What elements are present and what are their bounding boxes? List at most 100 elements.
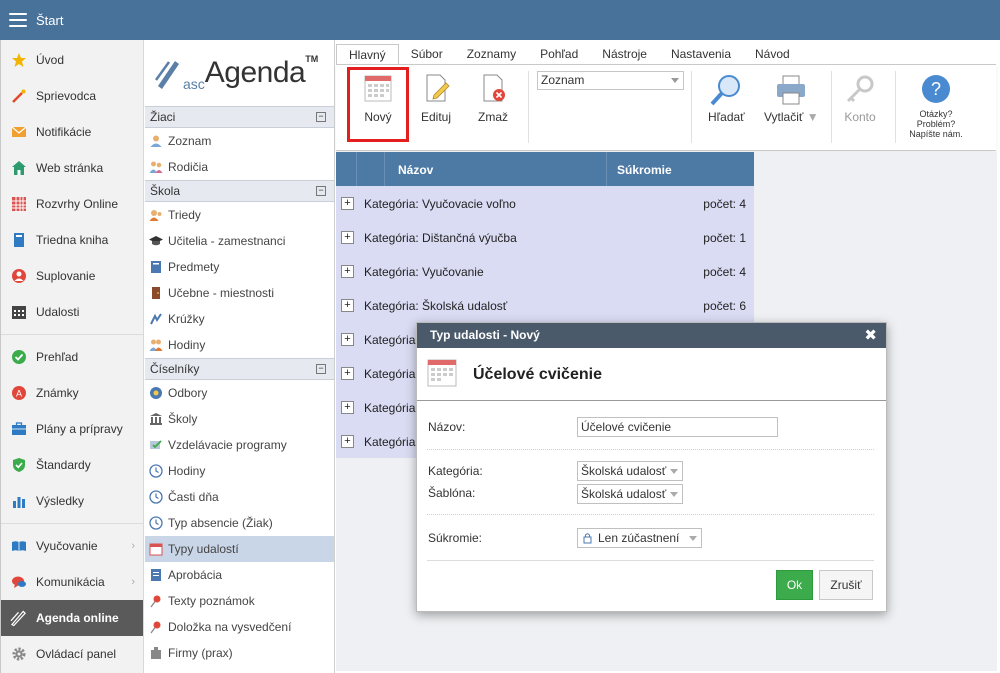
help-button[interactable]: ? Otázky? Problém? Napíšte nám.	[906, 73, 966, 139]
sidebar-item-label: Aprobácia	[168, 568, 223, 582]
top-bar: Štart	[0, 0, 1000, 40]
nav-item-udalosti[interactable]: Udalosti	[1, 294, 143, 330]
app-title[interactable]: Štart	[36, 13, 63, 28]
sidebar-item-skoly[interactable]: Školy	[145, 406, 334, 432]
edit-button[interactable]: Edituj	[421, 73, 451, 124]
sidebar-item-triedy[interactable]: Triedy	[145, 202, 334, 228]
sidebar-item-ucitelia[interactable]: Učitelia - zamestnanci	[145, 228, 334, 254]
expand-icon[interactable]: +	[341, 197, 354, 210]
nav-item-prehlad[interactable]: Prehľad	[1, 339, 143, 375]
sidebar-item-texty-poznamok[interactable]: Texty poznámok	[145, 588, 334, 614]
main-navigation: Úvod Sprievodca Notifikácie Web stránka …	[0, 40, 144, 673]
nav-item-znamky[interactable]: A Známky	[1, 375, 143, 411]
tab-navod[interactable]: Návod	[743, 44, 802, 65]
cancel-button[interactable]: Zrušiť	[819, 570, 873, 600]
calendar-icon	[427, 359, 457, 387]
sidebar-item-typ-absencie[interactable]: Typ absencie (Žiak)	[145, 510, 334, 536]
grid-header: Názov Súkromie	[336, 152, 754, 186]
expand-icon[interactable]: +	[341, 333, 354, 346]
sidebar-item-rodicia[interactable]: Rodičia	[145, 154, 334, 180]
expand-icon[interactable]: +	[341, 435, 354, 448]
table-row[interactable]: + Kategória: Dištančná výučba počet: 1	[336, 220, 754, 254]
tab-pohlad[interactable]: Pohľad	[528, 44, 590, 65]
nav-item-rozvrhy-online[interactable]: Rozvrhy Online	[1, 186, 143, 222]
sidebar-item-hodiny[interactable]: Hodiny	[145, 332, 334, 358]
expand-icon[interactable]: +	[341, 299, 354, 312]
nav-label: Web stránka	[36, 161, 104, 175]
nav-item-sprievodca[interactable]: Sprievodca	[1, 78, 143, 114]
nav-item-agenda-online[interactable]: Agenda online	[1, 600, 143, 636]
sidebar-item-vzdelavacie-programy[interactable]: Vzdelávacie programy	[145, 432, 334, 458]
expand-icon[interactable]: +	[341, 265, 354, 278]
print-label-text: Vytlačiť	[764, 110, 804, 124]
account-button[interactable]: Konto	[843, 73, 877, 124]
template-select[interactable]: Školská udalosť	[577, 484, 683, 504]
section-ciselniky[interactable]: Číselníky −	[145, 358, 334, 380]
expand-icon[interactable]: +	[341, 367, 354, 380]
nav-item-ovladaci-panel[interactable]: Ovládací panel	[1, 636, 143, 672]
ribbon-separator	[691, 71, 692, 143]
view-select[interactable]: Zoznam	[537, 71, 684, 90]
search-button[interactable]: Hľadať	[708, 73, 745, 124]
pin-icon	[149, 620, 163, 634]
clock-icon	[149, 490, 163, 504]
row-count: počet: 4	[703, 265, 746, 279]
svg-text:A: A	[15, 389, 21, 399]
row-name: Kategória	[364, 367, 416, 381]
nav-item-standardy[interactable]: Štandardy	[1, 447, 143, 483]
column-header-nazov[interactable]: Názov	[398, 163, 433, 177]
name-input[interactable]: Účelové cvičenie	[577, 417, 778, 437]
nav-item-triedna-kniha[interactable]: Triedna kniha	[1, 222, 143, 258]
close-icon[interactable]: ✖	[864, 323, 877, 348]
sidebar-item-label: Texty poznámok	[168, 594, 255, 608]
tab-zoznamy[interactable]: Zoznamy	[455, 44, 528, 65]
category-select[interactable]: Školská udalosť	[577, 461, 683, 481]
collapse-icon[interactable]: −	[316, 364, 326, 374]
tab-hlavny[interactable]: Hlavný	[336, 44, 399, 65]
sidebar-item-dolozka[interactable]: Doložka na vysvedčení	[145, 614, 334, 640]
sidebar-item-zoznam[interactable]: Zoznam	[145, 128, 334, 154]
expand-icon[interactable]: +	[341, 401, 354, 414]
sidebar-item-typy-udalosti[interactable]: Typy udalostí	[145, 536, 334, 562]
dropdown-arrow-icon[interactable]: ▼	[807, 110, 819, 124]
nav-item-notifikacie[interactable]: Notifikácie	[1, 114, 143, 150]
section-skola[interactable]: Škola −	[145, 180, 334, 202]
expand-icon[interactable]: +	[341, 231, 354, 244]
sidebar-item-predmety[interactable]: Predmety	[145, 254, 334, 280]
hamburger-menu-icon[interactable]	[9, 13, 27, 27]
privacy-select[interactable]: Len zúčastnení	[577, 528, 702, 548]
tab-subor[interactable]: Súbor	[399, 44, 455, 65]
column-header-sukromie[interactable]: Súkromie	[617, 163, 672, 177]
sidebar-item-hodiny-ciselnik[interactable]: Hodiny	[145, 458, 334, 484]
sidebar-item-ucebne[interactable]: Učebne - miestnosti	[145, 280, 334, 306]
dialog-title: Účelové cvičenie	[473, 366, 602, 383]
sidebar-item-casti-dna[interactable]: Časti dňa	[145, 484, 334, 510]
ok-button[interactable]: Ok	[776, 570, 813, 600]
nav-item-plany-a-pripravy[interactable]: Plány a prípravy	[1, 411, 143, 447]
nav-item-suplovanie[interactable]: Suplovanie	[1, 258, 143, 294]
collapse-icon[interactable]: −	[316, 112, 326, 122]
section-ziaci[interactable]: Žiaci −	[145, 106, 334, 128]
table-row[interactable]: + Kategória: Vyučovacie voľno počet: 4	[336, 186, 754, 220]
chevron-down-icon	[670, 492, 678, 497]
table-row[interactable]: + Kategória: Vyučovanie počet: 4	[336, 254, 754, 288]
grid-header-cell	[357, 152, 385, 186]
nav-label: Vyučovanie	[36, 539, 98, 553]
field-of-study-icon	[149, 386, 163, 400]
sidebar-item-odbory[interactable]: Odbory	[145, 380, 334, 406]
collapse-icon[interactable]: −	[316, 186, 326, 196]
print-button[interactable]: Vytlačiť ▼	[764, 73, 819, 124]
delete-button[interactable]: Zmaž	[478, 73, 508, 124]
nav-item-vyucovanie[interactable]: Vyučovanie ›	[1, 528, 143, 564]
sidebar-item-kruzky[interactable]: Krúžky	[145, 306, 334, 332]
nav-item-komunikacia[interactable]: Komunikácia ›	[1, 564, 143, 600]
table-row[interactable]: + Kategória: Školská udalosť počet: 6	[336, 288, 754, 322]
row-name: Kategória	[364, 435, 416, 449]
sidebar-item-firmy[interactable]: Firmy (prax)	[145, 640, 334, 666]
nav-item-vysledky[interactable]: Výsledky	[1, 483, 143, 519]
nav-item-uvod[interactable]: Úvod	[1, 42, 143, 78]
tab-nastavenia[interactable]: Nastavenia	[659, 44, 743, 65]
sidebar-item-aprobacia[interactable]: Aprobácia	[145, 562, 334, 588]
nav-item-web-stranka[interactable]: Web stránka	[1, 150, 143, 186]
tab-nastroje[interactable]: Nástroje	[590, 44, 659, 65]
